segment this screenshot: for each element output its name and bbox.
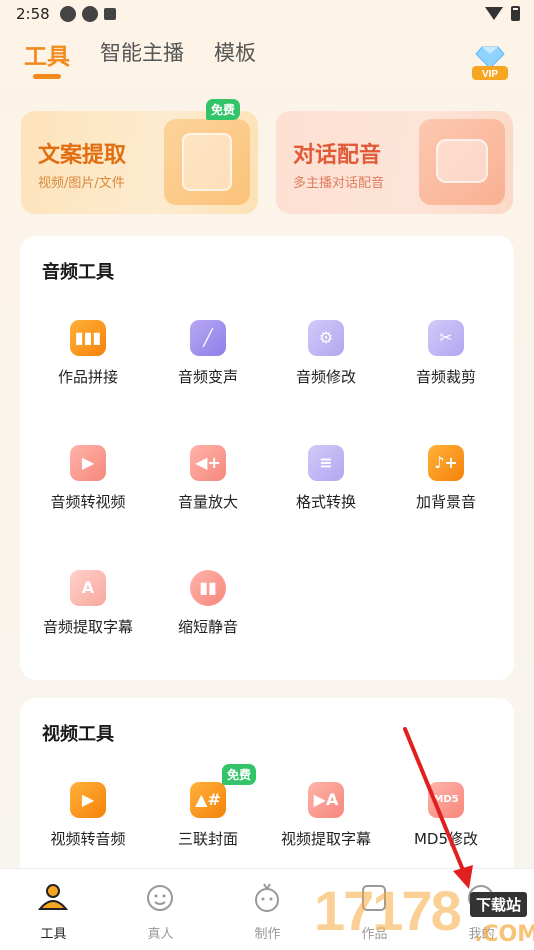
- document-scan-icon: [164, 119, 250, 205]
- tool-video-to-audio[interactable]: ▶ 视频转音频: [28, 782, 148, 882]
- tool-label: 加背景音: [415, 493, 476, 511]
- tool-audio-to-video[interactable]: ▶ 音频转视频: [28, 445, 148, 545]
- tool-add-bgm[interactable]: ♪+ 加背景音: [386, 445, 506, 545]
- tool-label: 视频转音频: [50, 830, 126, 848]
- app-notification-icon: [82, 6, 98, 22]
- tool-shorten-silence[interactable]: ▮▮ 缩短静音: [148, 570, 268, 670]
- speaker-plus-icon: ◀+: [190, 445, 226, 481]
- face-headset-icon: [147, 885, 173, 911]
- tools-nav-icon: [37, 884, 69, 910]
- nav-label: 工具: [40, 927, 67, 942]
- tool-voice-change[interactable]: ╱ 音频变声: [148, 320, 268, 420]
- battery-icon: [511, 6, 520, 21]
- vip-label: VIP: [482, 69, 498, 80]
- chat-bubble-icon: [419, 119, 505, 205]
- tool-volume-boost[interactable]: ◀+ 音量放大: [148, 445, 268, 545]
- font-notification-icon: [104, 8, 116, 20]
- tool-video-subtitle[interactable]: ▶A 视频提取字幕: [266, 782, 386, 882]
- nav-label: 制作: [254, 927, 281, 942]
- stopwatch-icon: ▮▮: [190, 570, 226, 606]
- file-video-icon: ▶: [70, 445, 106, 481]
- profile-face-icon: [468, 885, 494, 911]
- tool-label: 缩短静音: [177, 618, 238, 636]
- nav-real-person[interactable]: 真人: [107, 869, 214, 950]
- tab-label: 工具: [24, 44, 70, 70]
- music-note-plus-icon: ♪+: [428, 445, 464, 481]
- tool-label: 三联封面: [177, 830, 238, 848]
- tool-format-convert[interactable]: ≡ 格式转换: [266, 445, 386, 545]
- nav-label: 作品: [361, 927, 388, 942]
- card-subtitle: 视频/图片/文件: [38, 176, 125, 191]
- section-title: 音频工具: [42, 262, 114, 283]
- tool-label: 音频提取字幕: [42, 618, 133, 636]
- works-folder-icon: [362, 885, 386, 911]
- video-audio-icon: ▶: [70, 782, 106, 818]
- tool-label: 音量放大: [177, 493, 238, 511]
- nav-label: 真人: [147, 927, 174, 942]
- tool-label: MD5修改: [413, 830, 479, 848]
- status-bar: 2:58: [0, 0, 534, 30]
- vip-diamond-icon[interactable]: VIP: [468, 44, 512, 84]
- file-scissors-icon: ✂: [428, 320, 464, 356]
- video-subtitle-icon: ▶A: [308, 782, 344, 818]
- tool-label: 音频裁剪: [415, 368, 476, 386]
- card-title: 文案提取: [38, 143, 127, 168]
- nav-mine[interactable]: 我的: [428, 869, 534, 950]
- tool-audio-edit[interactable]: ⚙ 音频修改: [266, 320, 386, 420]
- tool-label: 音频修改: [295, 368, 356, 386]
- free-badge: 免费: [206, 99, 241, 120]
- tool-label: 音频转视频: [50, 493, 126, 511]
- file-gear-icon: ⚙: [308, 320, 344, 356]
- tool-audio-subtitle[interactable]: A 音频提取字幕: [28, 570, 148, 670]
- card-title: 对话配音: [293, 143, 382, 168]
- tab-label: 模板: [214, 41, 256, 65]
- create-face-icon: [255, 883, 279, 912]
- section-title: 视频工具: [42, 724, 114, 745]
- file-convert-icon: ≡: [308, 445, 344, 481]
- image-grid-icon: ▲#: [190, 782, 226, 818]
- nav-label: 我的: [468, 927, 495, 942]
- top-tabs: 工具 智能主播 模板: [24, 36, 256, 86]
- app-notification-icon: [60, 6, 76, 22]
- nav-works[interactable]: 作品: [321, 869, 428, 950]
- tab-tools[interactable]: 工具: [24, 36, 70, 79]
- file-subtitle-icon: A: [70, 570, 106, 606]
- nav-tools[interactable]: 工具: [0, 869, 107, 950]
- dialog-dubbing-card[interactable]: 对话配音 多主播对话配音: [276, 111, 513, 214]
- copy-extract-card[interactable]: 文案提取 视频/图片/文件: [21, 111, 258, 214]
- free-badge: 免费: [222, 764, 257, 785]
- card-subtitle: 多主播对话配音: [293, 176, 385, 191]
- tool-audio-trim[interactable]: ✂ 音频裁剪: [386, 320, 506, 420]
- system-icons: [485, 6, 520, 21]
- tool-md5-modify[interactable]: MD5 MD5修改: [386, 782, 506, 882]
- tab-label: 智能主播: [100, 41, 184, 65]
- tool-label: 视频提取字幕: [280, 830, 371, 848]
- bottom-nav: 工具 真人 制作 作品 我的: [0, 868, 534, 950]
- wifi-icon: [485, 7, 503, 20]
- tool-label: 音频变声: [177, 368, 238, 386]
- nav-create[interactable]: 制作: [214, 869, 321, 950]
- magic-wand-icon: ╱: [190, 320, 226, 356]
- tab-smart-anchor[interactable]: 智能主播: [100, 36, 184, 67]
- tool-merge-works[interactable]: ▮▮▮ 作品拼接: [28, 320, 148, 420]
- tool-triple-cover[interactable]: ▲# 三联封面: [148, 782, 268, 882]
- audio-tools-section: 音频工具 ▮▮▮ 作品拼接 ╱ 音频变声 ⚙ 音频修改 ✂ 音频裁剪 ▶ 音频转…: [20, 236, 514, 680]
- tab-active-indicator: [33, 74, 61, 79]
- tool-label: 格式转换: [295, 493, 356, 511]
- waveform-icon: ▮▮▮: [70, 320, 106, 356]
- notification-icons: [60, 6, 116, 22]
- status-time: 2:58: [16, 5, 50, 23]
- md5-icon: MD5: [428, 782, 464, 818]
- tool-label: 作品拼接: [57, 368, 118, 386]
- tab-templates[interactable]: 模板: [214, 36, 256, 67]
